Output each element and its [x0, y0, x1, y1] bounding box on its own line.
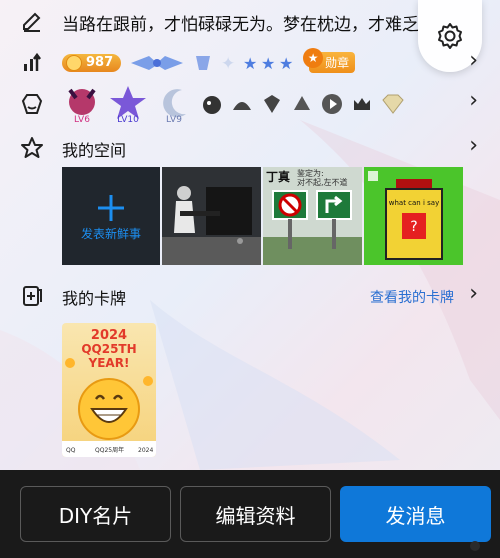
traffic-sign-image: 丁真 鉴定为: 对不起,左不道 [263, 167, 362, 265]
signature-text: 当路在跟前，才怕碌碌无为。梦在枕边，才难乏 [62, 15, 419, 35]
svg-text:LV6: LV6 [74, 115, 90, 124]
edit-profile-button[interactable]: 编辑资料 [180, 486, 331, 542]
send-message-button[interactable]: 发消息 [340, 486, 491, 542]
svg-text:?: ? [410, 219, 417, 235]
svg-text:LV10: LV10 [117, 115, 139, 124]
svg-text:YEAR!: YEAR! [88, 356, 130, 370]
svg-text:QQ25周年: QQ25周年 [95, 446, 124, 454]
lv9-badge-icon: LV9 [163, 89, 186, 124]
qq-anniversary-card[interactable]: 2024 QQ25TH YEAR! QQ QQ25周年 2024 [62, 323, 156, 457]
svg-text:★: ★ [261, 54, 275, 73]
card-icon [20, 284, 44, 308]
lv6-badge-icon: LV6 [68, 88, 96, 124]
figure-photo-image [162, 167, 261, 265]
svg-text:LV9: LV9 [166, 115, 182, 124]
vip-badge-icon [196, 55, 211, 70]
svg-text:what can i say: what can i say [389, 199, 439, 207]
plus-icon [98, 195, 124, 221]
level-up-icon [20, 50, 44, 74]
clothes-icon [20, 92, 44, 116]
my-space-row[interactable]: 我的空间 › [0, 133, 500, 162]
svg-text:对不起,左不道: 对不起,左不道 [297, 177, 348, 187]
level-badges-row[interactable]: 987 ✦★★★ 勋章 › [0, 47, 500, 77]
star-level-icons: ✦ ★ ★ ★ [221, 54, 293, 73]
chevron-right-icon: › [469, 133, 478, 158]
game-cover-image: what can i say ? [364, 167, 463, 265]
svg-text:QQ25TH: QQ25TH [81, 342, 136, 356]
gem-icon [264, 95, 280, 113]
new-post-label: 发表新鲜事 [80, 227, 141, 241]
svg-text:✦: ✦ [221, 54, 235, 73]
crown-icon [354, 98, 370, 110]
corner-indicator [470, 541, 480, 551]
card-art-image: 2024 QQ25TH YEAR! QQ QQ25周年 2024 [62, 328, 156, 457]
coin-icon [66, 54, 82, 71]
medal-badge: 勋章 [303, 48, 356, 73]
space-photo-figure[interactable] [162, 167, 261, 265]
play-icon [322, 94, 342, 114]
decorations-row[interactable]: LV6 LV10 LV9 › [0, 82, 500, 128]
new-post-tile[interactable]: 发表新鲜事 [62, 167, 160, 265]
helmet-icon [233, 102, 251, 110]
svg-text:丁真: 丁真 [266, 169, 290, 184]
space-photo-traffic-sign[interactable]: 丁真 鉴定为: 对不起,左不道 [263, 167, 362, 265]
hat-icon [294, 96, 310, 110]
svg-text:鉴定为:: 鉴定为: [297, 168, 324, 178]
diy-card-button[interactable]: DIY名片 [20, 486, 171, 542]
space-photo-game[interactable]: what can i say ? [364, 167, 463, 265]
chevron-right-icon[interactable]: › [469, 281, 478, 306]
lv10-badge-icon: LV10 [110, 86, 146, 124]
star-outline-icon [20, 136, 44, 160]
chevron-right-icon: › [469, 88, 478, 113]
svg-text:2024: 2024 [138, 447, 153, 454]
bomb-icon [203, 96, 221, 114]
svg-text:2024: 2024 [91, 328, 127, 343]
edit-pen-icon [20, 9, 44, 33]
my-cards-title: 我的卡牌 [62, 289, 127, 308]
vip-wings-icon [131, 55, 184, 70]
view-my-cards-link[interactable]: 查看我的卡牌 [370, 287, 454, 307]
svg-text:★: ★ [279, 54, 293, 73]
svg-text:QQ: QQ [66, 447, 76, 454]
chevron-right-icon: › [469, 48, 478, 73]
my-space-title: 我的空间 [62, 141, 127, 160]
coin-badge: 987 [62, 53, 122, 72]
diamond-icon [382, 94, 404, 114]
svg-text:★: ★ [243, 54, 257, 73]
